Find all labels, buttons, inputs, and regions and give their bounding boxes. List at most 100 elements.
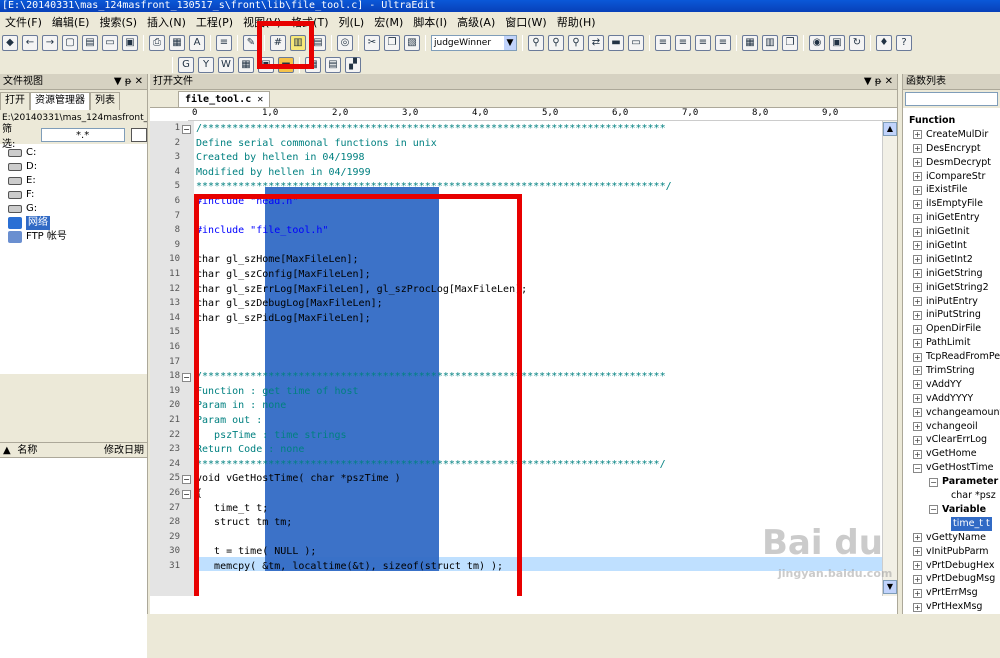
goto-icon[interactable]: ▬ <box>608 35 624 51</box>
function-search[interactable] <box>903 90 1000 108</box>
function-root[interactable]: Function <box>903 114 1000 128</box>
function-item[interactable]: + iniPutString <box>903 308 1000 322</box>
drive-f[interactable]: F: <box>0 188 147 202</box>
code-line[interactable]: Created by hellen in 04/1998 <box>196 151 365 165</box>
fold-toggle-icon[interactable]: − <box>182 475 191 485</box>
web-icon[interactable]: ◉ <box>809 35 825 51</box>
close-icon[interactable]: ✕ <box>257 92 263 107</box>
code-area[interactable]: 1−2 3 4 5 6 7 8 9 10 11 12 13 14 15 16 17 18−19 20 21 22 23 2… <box>150 121 897 596</box>
print-icon[interactable]: ⎙ <box>149 35 165 51</box>
function-item[interactable]: + iCompareStr <box>903 170 1000 184</box>
copy-icon[interactable]: ❐ <box>384 35 400 51</box>
ftp-item[interactable]: FTP 帐号 <box>0 230 147 244</box>
help-icon[interactable]: ? <box>896 35 912 51</box>
function-item[interactable]: + vchangeamount <box>903 406 1000 420</box>
expand-icon[interactable]: + <box>913 435 922 445</box>
menu-item-3[interactable]: 插入(N) <box>142 14 191 30</box>
expand-icon[interactable]: + <box>913 449 922 459</box>
align-center-icon[interactable]: ≡ <box>675 35 691 51</box>
expand-icon[interactable]: + <box>913 213 922 223</box>
menu-item-1[interactable]: 编辑(E) <box>47 14 95 30</box>
expand-icon[interactable]: + <box>913 533 922 543</box>
fold-toggle-icon[interactable]: − <box>182 125 191 134</box>
align-left-icon[interactable]: ≡ <box>655 35 671 51</box>
function-item[interactable]: + iniGetString2 <box>903 281 1000 295</box>
drive-d[interactable]: D: <box>0 160 147 174</box>
search-combo[interactable]: judgeWinner ▼ <box>431 35 517 51</box>
expand-icon[interactable]: + <box>913 547 922 557</box>
menu-item-0[interactable]: 文件(F) <box>0 14 47 30</box>
filter-apply-button[interactable] <box>130 128 147 142</box>
panel-controls[interactable]: ▼ ᵽ ✕ <box>114 74 147 89</box>
open-icon[interactable]: ◆ <box>2 35 18 51</box>
scroll-down-icon[interactable]: ▼ <box>883 580 897 594</box>
expand-icon[interactable]: + <box>913 574 922 584</box>
menu-item-8[interactable]: 宏(M) <box>369 14 408 30</box>
bookmark-icon[interactable]: ▭ <box>628 35 644 51</box>
expand-icon[interactable]: + <box>913 283 922 293</box>
replace-icon[interactable]: ⇄ <box>588 35 604 51</box>
chevron-down-icon[interactable]: ▼ <box>504 36 516 50</box>
folder-icon[interactable]: ▭ <box>102 35 118 51</box>
expand-icon[interactable]: + <box>913 422 922 432</box>
code-line[interactable]: ****************************************… <box>196 180 672 194</box>
current-path[interactable]: E:\20140331\mas_124masfront_13 <box>0 110 147 126</box>
variable-group[interactable]: − Variable <box>903 503 1000 517</box>
function-item[interactable]: + vPrtDebugMsg <box>903 572 1000 586</box>
expand-icon[interactable]: + <box>913 602 922 612</box>
expand-icon[interactable]: + <box>913 394 922 404</box>
vertical-scrollbar[interactable]: ▲ ▼ <box>882 121 897 596</box>
function-item[interactable]: + TrimString <box>903 364 1000 378</box>
menu-item-4[interactable]: 工程(P) <box>191 14 238 30</box>
function-item[interactable]: + vchangeoil <box>903 420 1000 434</box>
expand-icon[interactable]: + <box>913 297 922 307</box>
fold-toggle-icon[interactable]: − <box>182 373 191 383</box>
print-preview-icon[interactable]: ▦ <box>169 35 185 51</box>
function-item[interactable]: + vGetHome <box>903 447 1000 461</box>
code-line[interactable]: Modified by hellen in 04/1999 <box>196 166 371 180</box>
script-icon[interactable]: ▤ <box>325 57 341 73</box>
function-search-input[interactable] <box>905 92 998 106</box>
tip-icon[interactable]: ♦ <box>876 35 892 51</box>
function-item[interactable]: + vClearErrLog <box>903 433 1000 447</box>
function-item[interactable]: + OpenDirFile <box>903 322 1000 336</box>
function-item[interactable]: + iniGetString <box>903 267 1000 281</box>
function-item[interactable]: + DesEncrypt <box>903 142 1000 156</box>
function-item[interactable]: + DesmDecrypt <box>903 156 1000 170</box>
expand-icon[interactable]: + <box>913 185 922 195</box>
function-item[interactable]: + vPrtDebugHex <box>903 559 1000 573</box>
menu-item-12[interactable]: 帮助(H) <box>552 14 601 30</box>
code-line[interactable]: Define serial commonal functions in unix <box>196 137 437 151</box>
parameter-item[interactable]: char *psz <box>903 489 1000 503</box>
expand-icon[interactable]: + <box>913 310 922 320</box>
expand-icon[interactable]: + <box>913 241 922 251</box>
binoculars-icon[interactable]: ⚲ <box>528 35 544 51</box>
function-item[interactable]: + iExistFile <box>903 183 1000 197</box>
function-item[interactable]: + TcpReadFromPee <box>903 350 1000 364</box>
tab-explorer[interactable]: 资源管理器 <box>30 92 90 110</box>
expand-icon[interactable]: + <box>913 199 922 209</box>
function-item[interactable]: + vInitPubParm <box>903 545 1000 559</box>
function-item[interactable]: + iniGetInt2 <box>903 253 1000 267</box>
expand-icon[interactable]: − <box>929 505 938 515</box>
function-item[interactable]: + vAddYYYY <box>903 392 1000 406</box>
code-line[interactable]: /***************************************… <box>196 122 666 136</box>
expand-icon[interactable]: + <box>913 366 922 376</box>
justify-icon[interactable]: ≡ <box>715 35 731 51</box>
panel-controls[interactable]: ▼ ᵽ ✕ <box>864 74 897 89</box>
word-icon[interactable]: W <box>218 57 234 73</box>
find-next-icon[interactable]: ⚲ <box>548 35 564 51</box>
function-item[interactable]: + iniGetInit <box>903 225 1000 239</box>
function-item[interactable]: + vPrtHexMsg <box>903 600 1000 614</box>
expand-icon[interactable]: + <box>913 560 922 570</box>
new-file-icon[interactable]: ▢ <box>62 35 78 51</box>
drive-e[interactable]: E: <box>0 174 147 188</box>
menu-item-2[interactable]: 搜索(S) <box>94 14 142 30</box>
function-item[interactable]: + PathLimit <box>903 336 1000 350</box>
doc-icon[interactable]: G <box>178 57 194 73</box>
drive-c[interactable]: C: <box>0 146 147 160</box>
expand-icon[interactable]: − <box>913 463 922 473</box>
tab-list[interactable]: 列表 <box>90 92 120 110</box>
tab-open[interactable]: 打开 <box>0 92 30 110</box>
expand-icon[interactable]: + <box>913 380 922 390</box>
